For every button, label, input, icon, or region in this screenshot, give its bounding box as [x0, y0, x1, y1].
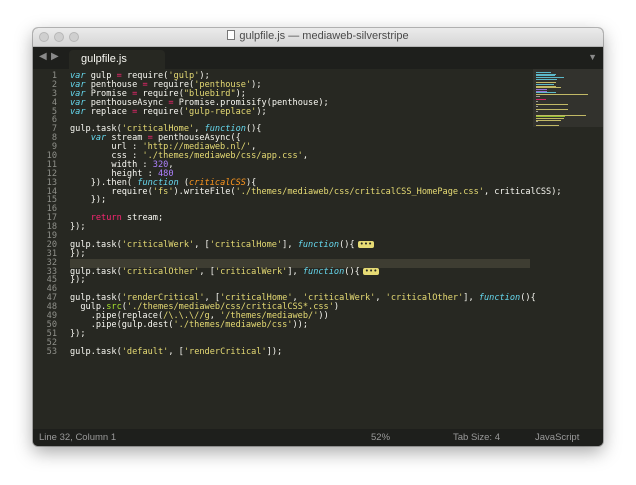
minimap-line: [536, 111, 538, 113]
line-number: 53: [46, 346, 57, 357]
cursor-position[interactable]: Line 32, Column 1: [39, 432, 116, 443]
code-token: function: [478, 293, 521, 304]
code-area[interactable]: var gulp = require('gulp'); var penthouse…: [70, 72, 562, 357]
code-token: 'default': [121, 346, 169, 357]
code-token: 'criticalWerk': [214, 266, 288, 277]
code-token: 'criticalOther': [121, 266, 200, 277]
code-token: });: [70, 275, 86, 286]
code-token: './themes/mediaweb/css': [173, 319, 293, 330]
code-token: (){: [245, 124, 262, 135]
code-token: 'criticalOther': [385, 293, 464, 304]
code-token: ],: [287, 266, 303, 277]
code-token: return: [90, 213, 122, 224]
code-token: ,: [375, 293, 386, 304]
minimap-line: [536, 95, 540, 97]
minimap-line: [536, 109, 568, 111]
code-line[interactable]: require('fs').writeFile('./themes/mediaw…: [70, 186, 561, 197]
code-token: });: [70, 328, 86, 339]
tab-menu-icon[interactable]: ▼: [588, 52, 597, 62]
tab-gulpfile[interactable]: gulpfile.js: [69, 50, 165, 69]
code-line[interactable]: });: [70, 223, 530, 232]
code-token: , [: [199, 266, 215, 277]
zoom-level: 52%: [371, 432, 391, 443]
code-line[interactable]: });: [70, 276, 530, 285]
code-token: stream;: [121, 213, 164, 224]
code-token: });: [70, 248, 86, 259]
editor-window: gulpfile.js — mediaweb-silverstripe ◀ ▶ …: [33, 28, 603, 446]
code-token: 'criticalWerk': [121, 239, 195, 250]
code-token: 'criticalHome': [209, 239, 283, 250]
window-title: gulpfile.js — mediaweb-silverstripe: [33, 30, 603, 42]
code-token: );: [256, 106, 267, 117]
minimap-line: [536, 94, 588, 96]
code-line[interactable]: return stream;: [70, 214, 530, 223]
code-line[interactable]: gulp.task('default', ['renderCritical'])…: [70, 346, 530, 357]
window-title-text: gulpfile.js — mediaweb-silverstripe: [239, 30, 409, 42]
minimap-line: [536, 100, 538, 102]
tab-bar: ◀ ▶ gulpfile.js ▼: [33, 47, 603, 69]
code-token: (){: [344, 266, 360, 277]
code-line[interactable]: var replace = require('gulp-replace');: [70, 106, 530, 117]
document-icon: [227, 30, 236, 40]
code-token: replace: [85, 106, 133, 117]
minimap-line: [536, 119, 561, 121]
code-token: ).writeFile(: [173, 186, 236, 197]
code-token: ));: [292, 319, 309, 330]
code-token: (){: [520, 293, 536, 304]
minimap-line: [536, 106, 538, 107]
fold-marker[interactable]: •••: [362, 267, 380, 275]
code-token: function: [302, 266, 345, 277]
code-token: (){: [339, 239, 355, 250]
code-line[interactable]: });: [70, 196, 530, 205]
line-number-gutter: 1 2 3 4 5 6 7 8 9 10 11 12 13 14 15 16 17 18 19 20 31 32 33 45 4…: [33, 72, 57, 357]
code-line[interactable]: });: [70, 328, 530, 339]
code-token: var: [70, 106, 86, 117]
minimap-line: [536, 124, 559, 126]
code-editor[interactable]: 1 2 3 4 5 6 7 8 9 10 11 12 13 14 15 16 17 18 19 20 31 32 33 45 4…: [33, 69, 603, 429]
code-token: , [: [194, 239, 210, 250]
code-token: ]);: [266, 346, 283, 357]
fold-marker[interactable]: •••: [357, 240, 375, 248]
code-token: });: [70, 195, 107, 206]
tab-label: gulpfile.js: [81, 53, 127, 65]
minimap-line: [536, 78, 557, 80]
code-token: 'fs': [152, 186, 174, 197]
nav-forward-icon[interactable]: ▶: [51, 51, 59, 62]
nav-back-icon[interactable]: ◀: [39, 51, 47, 62]
code-token: function: [297, 239, 340, 250]
code-token: , criticalCSS);: [483, 186, 562, 197]
code-line[interactable]: .pipe(gulp.dest('./themes/mediaweb/css')…: [70, 319, 530, 330]
code-token: gulp.task(: [70, 346, 122, 357]
title-bar: gulpfile.js — mediaweb-silverstripe: [33, 28, 603, 47]
code-token: ],: [282, 239, 298, 250]
syntax-selector[interactable]: JavaScript: [535, 432, 579, 443]
code-token: ): [333, 302, 340, 313]
code-line[interactable]: gulp.task('criticalWerk', ['criticalHome…: [70, 239, 530, 250]
code-token: 'gulp-replace': [183, 106, 257, 117]
code-token: )): [318, 311, 329, 322]
status-bar: Line 32, Column 1 52% Tab Size: 4 JavaSc…: [33, 429, 603, 446]
code-token: 'renderCritical': [183, 346, 267, 357]
code-token: );: [251, 79, 262, 90]
code-token: require(: [137, 106, 184, 117]
code-token: ,: [302, 151, 309, 162]
minimap[interactable]: [533, 69, 603, 127]
code-token: });: [70, 222, 86, 233]
tab-size-selector[interactable]: Tab Size: 4: [453, 432, 500, 443]
code-token: , [: [168, 346, 184, 357]
code-token: './themes/mediaweb/css/criticalCSS_HomeP…: [235, 186, 484, 197]
code-line[interactable]: });: [70, 248, 530, 259]
minimap-line: [536, 121, 538, 123]
minimap-line: [536, 104, 568, 106]
code-token: ],: [463, 293, 479, 304]
code-line[interactable]: gulp.task('criticalOther', ['criticalWer…: [70, 266, 530, 277]
